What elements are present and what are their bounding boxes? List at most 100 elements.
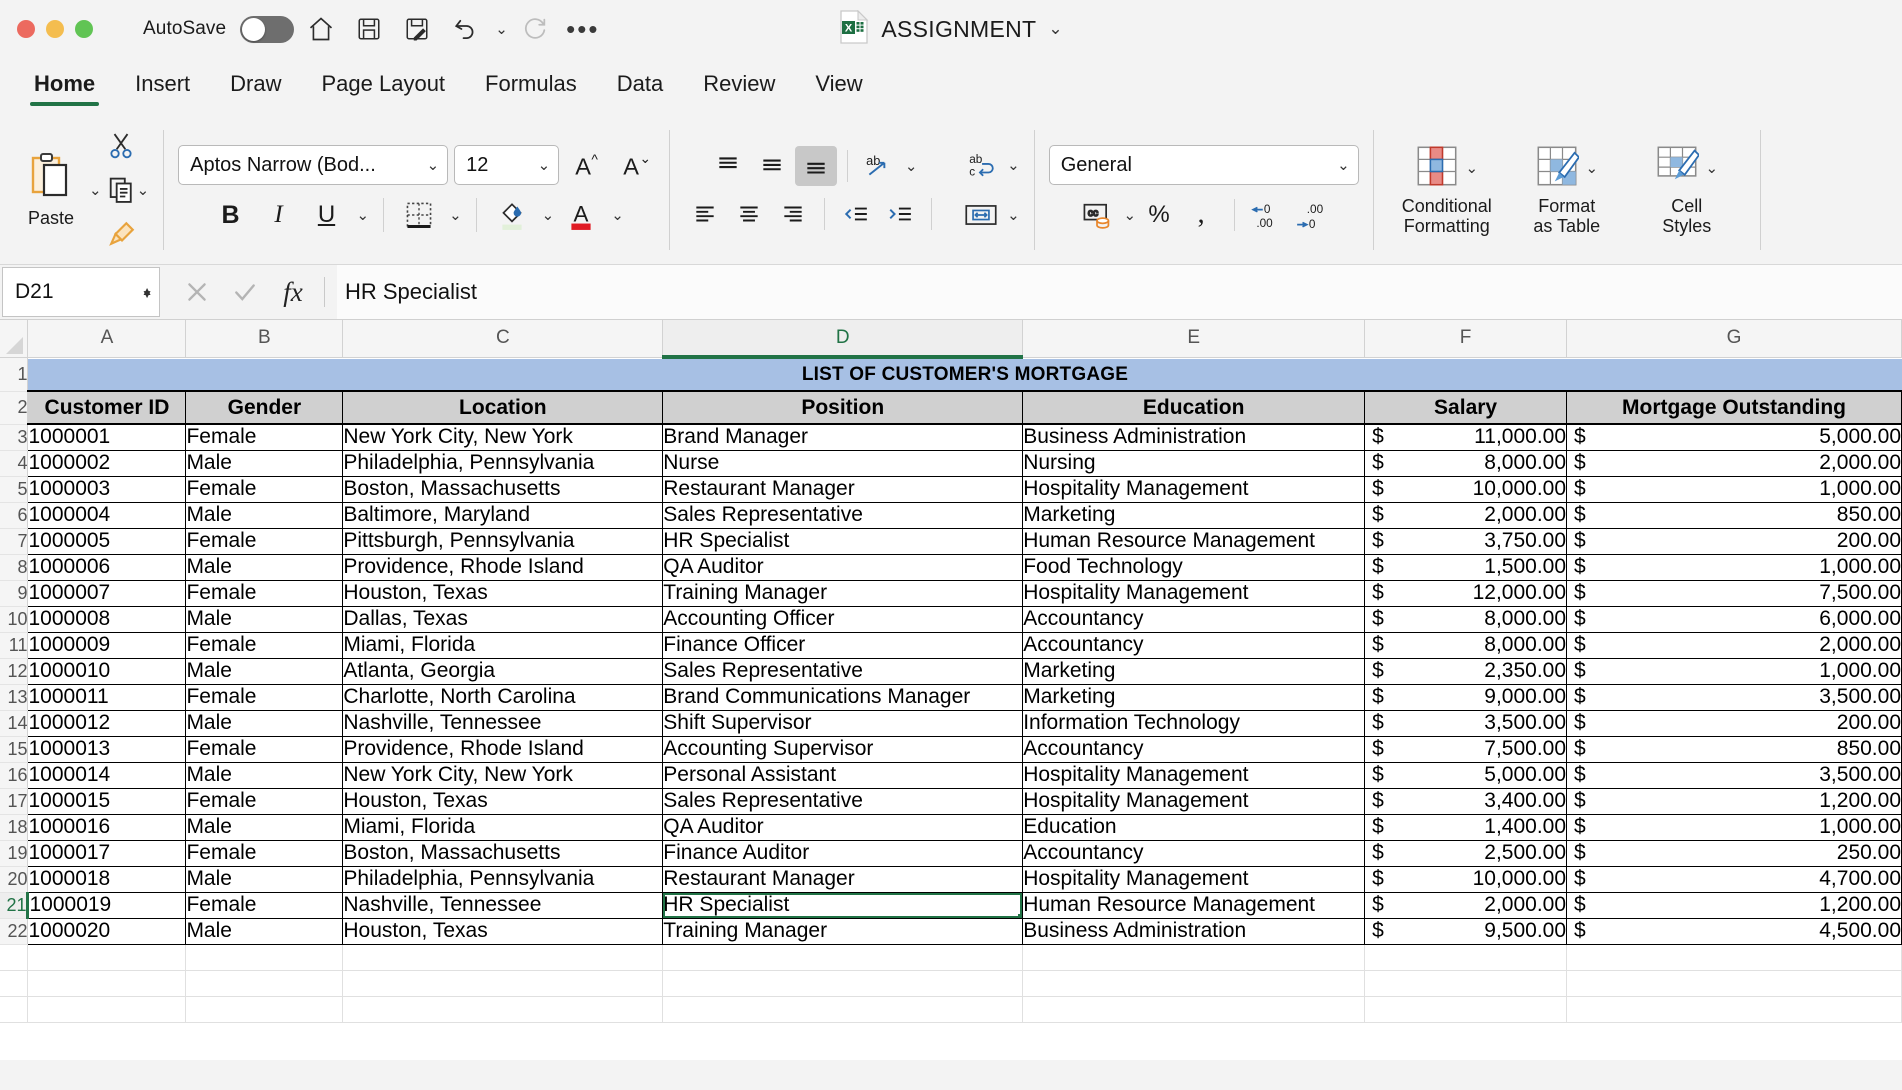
- table-row[interactable]: 20 1000018 Male Philadelphia, Pennsylvania R…: [0, 866, 1902, 893]
- empty-cell[interactable]: [185, 996, 344, 1023]
- cell-C11[interactable]: Miami, Florida: [342, 632, 664, 659]
- column-title-f[interactable]: Salary: [1364, 390, 1568, 425]
- cell-D16[interactable]: Personal Assistant: [662, 762, 1024, 789]
- empty-cell[interactable]: [1364, 996, 1568, 1023]
- cell-B8[interactable]: Male: [185, 554, 344, 581]
- autosave-toggle[interactable]: [240, 15, 295, 43]
- row-header-1[interactable]: 1: [0, 357, 29, 392]
- cell-E17[interactable]: Hospitality Management: [1022, 788, 1366, 815]
- cell-F7[interactable]: $3,750.00: [1364, 528, 1568, 555]
- empty-cell[interactable]: [342, 996, 664, 1023]
- cell-D7[interactable]: HR Specialist: [662, 528, 1024, 555]
- table-row[interactable]: 8 1000006 Male Providence, Rhode Island QA A…: [0, 554, 1902, 581]
- empty-row[interactable]: [0, 970, 1902, 997]
- cell-F4[interactable]: $8,000.00: [1364, 450, 1568, 477]
- select-all-corner[interactable]: [0, 320, 29, 358]
- cell-E5[interactable]: Hospitality Management: [1022, 476, 1366, 503]
- row-header-18[interactable]: 18: [0, 814, 29, 841]
- cell-C19[interactable]: Boston, Massachusetts: [342, 840, 664, 867]
- cell-C9[interactable]: Houston, Texas: [342, 580, 664, 607]
- bold-button[interactable]: B: [210, 195, 252, 235]
- table-row[interactable]: 7 1000005 Female Pittsburgh, Pennsylvania HR…: [0, 528, 1902, 555]
- cell-C6[interactable]: Baltimore, Maryland: [342, 502, 664, 529]
- accounting-format-button[interactable]: cc: [1076, 195, 1118, 235]
- borders-button[interactable]: [398, 195, 440, 235]
- empty-cell[interactable]: [27, 996, 187, 1023]
- cell-G6[interactable]: $850.00: [1566, 502, 1902, 529]
- row-header-20[interactable]: 20: [0, 866, 29, 893]
- number-format-select[interactable]: General ⌄: [1048, 145, 1359, 185]
- cell-D5[interactable]: Restaurant Manager: [662, 476, 1024, 503]
- cell-C18[interactable]: Miami, Florida: [342, 814, 664, 841]
- align-bottom-button[interactable]: [794, 146, 837, 186]
- fill-color-button[interactable]: [491, 195, 533, 235]
- cell-D22[interactable]: Training Manager: [662, 918, 1024, 945]
- cell-D13[interactable]: Brand Communications Manager: [662, 684, 1024, 711]
- cell-C3[interactable]: New York City, New York: [342, 424, 664, 451]
- cell-E15[interactable]: Accountancy: [1022, 736, 1366, 763]
- cell-B19[interactable]: Female: [185, 840, 344, 867]
- empty-cell[interactable]: [1566, 996, 1902, 1023]
- copy-chevron-down-icon[interactable]: ⌄: [137, 181, 150, 199]
- row-header-6[interactable]: 6: [0, 502, 29, 529]
- tab-formulas[interactable]: Formulas: [465, 65, 597, 110]
- row-header-empty[interactable]: [0, 996, 29, 1023]
- cell-F11[interactable]: $8,000.00: [1364, 632, 1568, 659]
- tab-data[interactable]: Data: [597, 65, 683, 110]
- cell-C13[interactable]: Charlotte, North Carolina: [342, 684, 664, 711]
- cell-G20[interactable]: $4,700.00: [1566, 866, 1902, 893]
- save-icon[interactable]: [348, 8, 390, 50]
- cell-C22[interactable]: Houston, Texas: [342, 918, 664, 945]
- borders-chevron-down-icon[interactable]: ⌄: [449, 206, 462, 224]
- cell-A5[interactable]: 1000003: [27, 476, 187, 503]
- cell-G11[interactable]: $2,000.00: [1566, 632, 1902, 659]
- cell-G14[interactable]: $200.00: [1566, 710, 1902, 737]
- cell-A21[interactable]: 1000019: [27, 892, 187, 919]
- format-as-table-button[interactable]: ⌄ Format as Table: [1508, 144, 1626, 236]
- cell-G8[interactable]: $1,000.00: [1566, 554, 1902, 581]
- decrease-font-size-button[interactable]: A⌄: [613, 145, 655, 185]
- home-icon[interactable]: [300, 8, 342, 50]
- tab-insert[interactable]: Insert: [115, 65, 210, 110]
- cell-F12[interactable]: $2,350.00: [1364, 658, 1568, 685]
- cell-E19[interactable]: Accountancy: [1022, 840, 1366, 867]
- font-size-select[interactable]: 12 ⌄: [454, 145, 560, 185]
- decrease-indent-button[interactable]: [835, 194, 877, 234]
- cell-C21[interactable]: Nashville, Tennessee: [342, 892, 664, 919]
- row-header-16[interactable]: 16: [0, 762, 29, 789]
- cell-F15[interactable]: $7,500.00: [1364, 736, 1568, 763]
- column-header-g[interactable]: G: [1566, 320, 1902, 358]
- conditional-formatting-chevron-down-icon[interactable]: ⌄: [1465, 159, 1478, 177]
- cell-B20[interactable]: Male: [185, 866, 344, 893]
- row-header-4[interactable]: 4: [0, 450, 29, 477]
- format-painter-button[interactable]: [108, 213, 150, 255]
- table-row[interactable]: 18 1000016 Male Miami, Florida QA Auditor Edu…: [0, 814, 1902, 841]
- cell-A19[interactable]: 1000017: [27, 840, 187, 867]
- table-row[interactable]: 12 1000010 Male Atlanta, Georgia Sales Repre…: [0, 658, 1902, 685]
- empty-row[interactable]: [0, 944, 1902, 971]
- more-options-icon[interactable]: •••: [562, 8, 604, 50]
- cell-E6[interactable]: Marketing: [1022, 502, 1366, 529]
- cell-B6[interactable]: Male: [185, 502, 344, 529]
- align-right-button[interactable]: [772, 194, 814, 234]
- row-header-12[interactable]: 12: [0, 658, 29, 685]
- cell-C16[interactable]: New York City, New York: [342, 762, 664, 789]
- table-row[interactable]: 15 1000013 Female Providence, Rhode Island A…: [0, 736, 1902, 763]
- cell-E4[interactable]: Nursing: [1022, 450, 1366, 477]
- cell-D14[interactable]: Shift Supervisor: [662, 710, 1024, 737]
- cell-C17[interactable]: Houston, Texas: [342, 788, 664, 815]
- cell-E16[interactable]: Hospitality Management: [1022, 762, 1366, 789]
- column-title-b[interactable]: Gender: [185, 390, 344, 425]
- table-row[interactable]: 17 1000015 Female Houston, Texas Sales Repre…: [0, 788, 1902, 815]
- tab-page-layout[interactable]: Page Layout: [302, 65, 466, 110]
- align-middle-button[interactable]: [751, 146, 793, 186]
- cell-B15[interactable]: Female: [185, 736, 344, 763]
- cell-F9[interactable]: $12,000.00: [1364, 580, 1568, 607]
- column-header-d[interactable]: D: [662, 320, 1024, 359]
- undo-dropdown-chevron-down-icon[interactable]: ⌄: [495, 20, 508, 38]
- tab-home[interactable]: Home: [14, 65, 115, 110]
- conditional-formatting-button[interactable]: ⌄ Conditional Formatting: [1388, 144, 1506, 236]
- cell-styles-button[interactable]: ⌄ Cell Styles: [1628, 144, 1746, 236]
- cell-G18[interactable]: $1,000.00: [1566, 814, 1902, 841]
- table-row[interactable]: 21 1000019 Female Nashville, Tennessee HR Sp…: [0, 892, 1902, 919]
